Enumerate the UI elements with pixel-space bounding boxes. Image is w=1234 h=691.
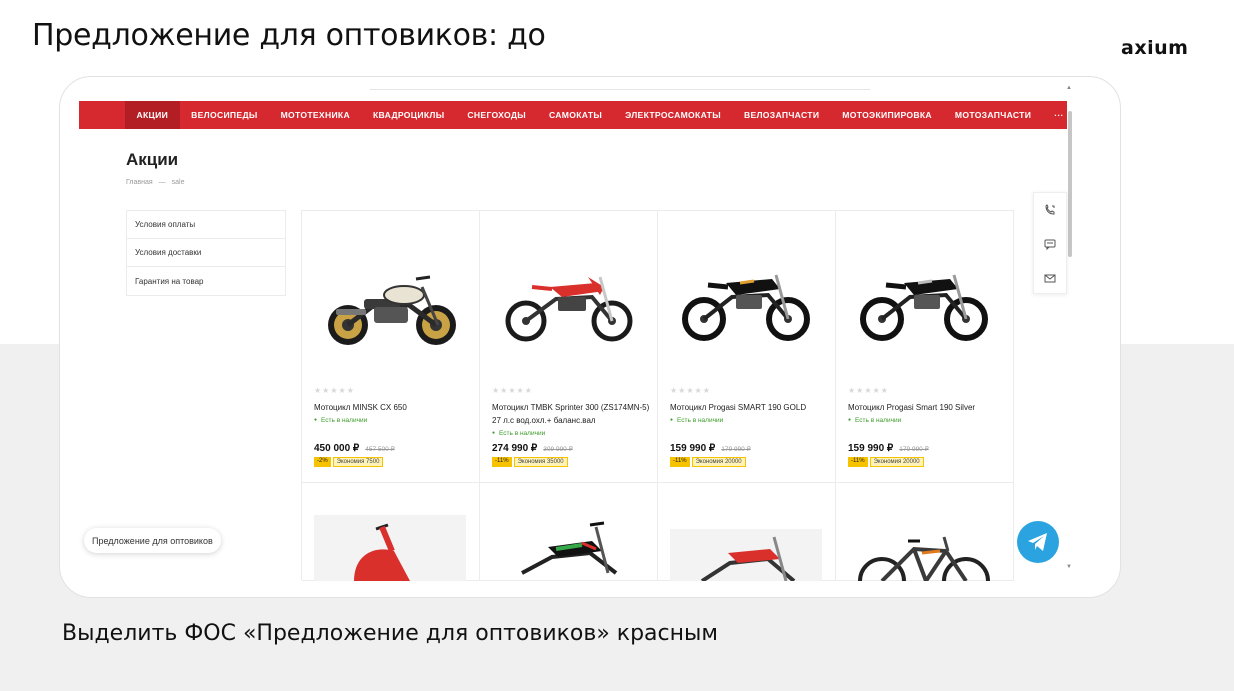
discount-badge: -11%: [492, 457, 512, 467]
sidebar-item-delivery[interactable]: Условия доставки: [127, 239, 285, 267]
old-price: 179 990 ₽: [721, 446, 751, 453]
product-name[interactable]: Мотоцикл MINSK CX 650: [314, 401, 472, 414]
sidebar-item-warranty[interactable]: Гарантия на товар: [127, 267, 285, 295]
product-name[interactable]: Мотоцикл Progasi SMART 190 GOLD: [670, 401, 828, 414]
breadcrumb-separator: —: [158, 179, 166, 186]
nav-item-motozapchasti[interactable]: МОТОЗАПЧАСТИ: [943, 101, 1042, 129]
red-enduro-image[interactable]: [492, 247, 644, 347]
product-card[interactable]: [836, 483, 1014, 597]
black-pitbike-image[interactable]: [670, 247, 822, 347]
discount-badges: -11% Экономия 20000: [670, 457, 746, 467]
product-card[interactable]: ★★★★★ Мотоцикл Progasi SMART 190 GOLD Ес…: [658, 211, 836, 483]
price-row: 159 990 ₽ 179 990 ₽: [670, 443, 751, 454]
nav-item-kvadrocikly[interactable]: КВАДРОЦИКЛЫ: [362, 101, 456, 129]
product-price: 159 990 ₽: [670, 443, 716, 454]
wholesale-offer-button[interactable]: Предложение для оптовиков: [84, 528, 221, 553]
nav-item-samokaty[interactable]: САМОКАТЫ: [538, 101, 614, 129]
scroll-up-arrow[interactable]: ▲: [1066, 85, 1072, 91]
rating-stars: ★★★★★: [848, 386, 889, 395]
black-pitbike-image[interactable]: [848, 247, 1000, 347]
phone-callback-icon[interactable]: [1034, 193, 1066, 227]
chat-icon[interactable]: [1034, 227, 1066, 261]
vertical-scrollbar-thumb[interactable]: [1068, 111, 1072, 257]
product-price: 274 990 ₽: [492, 443, 538, 454]
product-price: 159 990 ₽: [848, 443, 894, 454]
scroll-down-arrow[interactable]: ▼: [1066, 564, 1072, 570]
nav-item-mototehnika[interactable]: МОТОТЕХНИКА: [269, 101, 361, 129]
nav-item-velosipedy[interactable]: ВЕЛОСИПЕДЫ: [180, 101, 269, 129]
saving-badge: Экономия 20000: [869, 457, 924, 467]
axium-logo: axium: [1121, 37, 1189, 59]
rating-stars: ★★★★★: [670, 386, 711, 395]
price-row: 274 990 ₽ 309 990 ₽: [492, 443, 573, 454]
nav-item-snegohody[interactable]: СНЕГОХОДЫ: [456, 101, 538, 129]
old-price: 457 500 ₽: [365, 446, 395, 453]
nav-item-velozapchasti[interactable]: ВЕЛОЗАПЧАСТИ: [732, 101, 830, 129]
mail-icon[interactable]: [1034, 261, 1066, 295]
nav-item-elektrosamokaty[interactable]: ЭЛЕКТРОСАМОКАТЫ: [614, 101, 733, 129]
availability-status: Есть в наличии: [492, 430, 545, 437]
nav-item-akcii[interactable]: АКЦИИ: [125, 101, 180, 129]
red-scooter-image[interactable]: [314, 515, 466, 581]
breadcrumb-home[interactable]: Главная: [126, 179, 153, 186]
saving-badge: Экономия 35000: [513, 457, 568, 467]
red-pitbike-image[interactable]: [670, 529, 822, 583]
discount-badges: -11% Экономия 35000: [492, 457, 568, 467]
old-price: 309 990 ₽: [543, 446, 573, 453]
product-card[interactable]: [302, 483, 480, 581]
discount-badge: -11%: [848, 457, 868, 467]
sidebar-item-payment[interactable]: Условия оплаты: [127, 211, 285, 239]
sidebar-menu: Условия оплаты Условия доставки Гарантия…: [126, 210, 286, 296]
rating-stars: ★★★★★: [492, 386, 533, 395]
price-row: 450 000 ₽ 457 500 ₽: [314, 443, 395, 454]
rating-stars: ★★★★★: [314, 386, 355, 395]
product-name[interactable]: Мотоцикл Progasi Smart 190 Silver: [848, 401, 1006, 414]
product-price: 450 000 ₽: [314, 443, 360, 454]
product-name[interactable]: Мотоцикл TMBK Sprinter 300 (ZS174MN-5) 2…: [492, 401, 650, 427]
price-row: 159 990 ₽ 179 990 ₽: [848, 443, 929, 454]
availability-status: Есть в наличии: [314, 417, 367, 424]
product-card[interactable]: ★★★★★ Мотоцикл MINSK CX 650 Есть в налич…: [302, 211, 480, 483]
product-grid: ★★★★★ Мотоцикл MINSK CX 650 Есть в налич…: [301, 210, 1014, 597]
availability-status: Есть в наличии: [848, 417, 901, 424]
mountain-bike-image[interactable]: [848, 523, 1000, 597]
slide-caption: Выделить ФОС «Предложение для оптовиков»…: [62, 621, 718, 646]
saving-badge: Экономия 7500: [332, 457, 384, 467]
product-card[interactable]: [480, 483, 658, 581]
website-screenshot-frame: АКЦИИ ВЕЛОСИПЕДЫ МОТОТЕХНИКА КВАДРОЦИКЛЫ…: [59, 76, 1121, 598]
product-card[interactable]: [658, 483, 836, 583]
category-nav: АКЦИИ ВЕЛОСИПЕДЫ МОТОТЕХНИКА КВАДРОЦИКЛЫ…: [79, 101, 1067, 129]
slide-title: Предложение для оптовиков: до: [32, 18, 546, 53]
breadcrumb: Главная — sale: [126, 179, 185, 186]
product-card[interactable]: ★★★★★ Мотоцикл TMBK Sprinter 300 (ZS174M…: [480, 211, 658, 483]
telegram-icon[interactable]: [1017, 521, 1059, 563]
contact-widget-panel: [1033, 192, 1067, 294]
product-card[interactable]: ★★★★★ Мотоцикл Progasi Smart 190 Silver …: [836, 211, 1014, 483]
saving-badge: Экономия 20000: [691, 457, 746, 467]
breadcrumb-current: sale: [171, 179, 185, 186]
header-divider: [370, 89, 870, 90]
discount-badges: -2% Экономия 7500: [314, 457, 384, 467]
old-price: 179 990 ₽: [899, 446, 929, 453]
discount-badges: -11% Экономия 20000: [848, 457, 924, 467]
page-title: Акции: [126, 150, 179, 169]
discount-badge: -2%: [314, 457, 331, 467]
availability-status: Есть в наличии: [670, 417, 723, 424]
discount-badge: -11%: [670, 457, 690, 467]
nav-item-motoekipirovka[interactable]: МОТОЭКИПИРОВКА: [831, 101, 944, 129]
retro-motorcycle-image[interactable]: [314, 243, 466, 355]
green-pitbike-image[interactable]: [492, 513, 644, 581]
